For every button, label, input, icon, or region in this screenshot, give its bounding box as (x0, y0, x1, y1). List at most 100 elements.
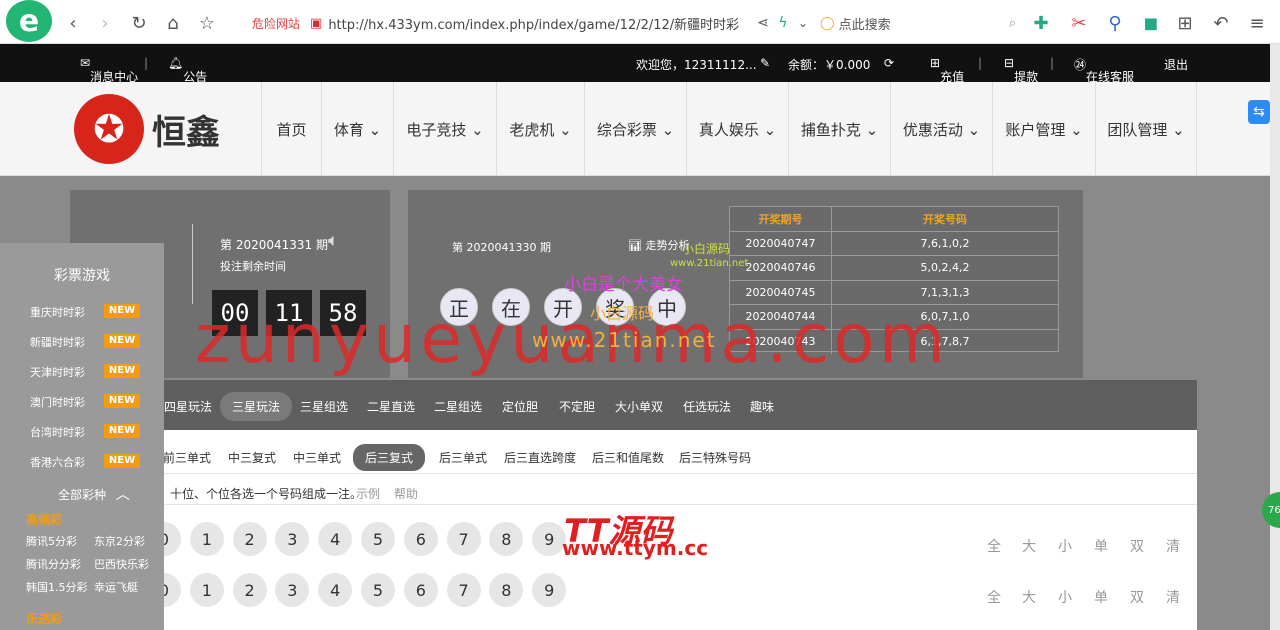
number-ball[interactable]: 7 (446, 522, 481, 556)
subtab[interactable]: 后三和值尾数 (592, 449, 664, 466)
number-ball[interactable]: 5 (361, 522, 395, 556)
subtab[interactable]: 后三直选跨度 (504, 449, 576, 466)
select-even-button[interactable]: 双 (1130, 536, 1144, 556)
edit-icon[interactable]: ✎ (760, 56, 770, 70)
nav-sports[interactable]: 体育 ⌄ (321, 82, 393, 176)
nav-home[interactable]: 首页 (261, 82, 321, 176)
subtab[interactable]: 中三复式 (228, 449, 276, 466)
url-text[interactable]: http://hx.433ym.com/index.php/index/game… (328, 14, 739, 33)
floating-widget-icon[interactable]: ⇆ (1248, 100, 1270, 124)
sidebar-item[interactable]: 东京2分彩 (94, 533, 145, 549)
nav-slots[interactable]: 老虎机 ⌄ (496, 82, 584, 176)
tab-position[interactable]: 定位胆 (502, 398, 538, 415)
select-odd-button[interactable]: 单 (1094, 536, 1108, 556)
nav-esports[interactable]: 电子竞技 ⌄ (393, 82, 496, 176)
number-ball[interactable]: 1 (189, 573, 224, 607)
tab-three-group[interactable]: 三星组选 (300, 398, 348, 415)
sidebar-item[interactable]: 巴西快乐彩 (94, 556, 149, 572)
trend-link[interactable]: 📊︎ 走势分析 (628, 237, 689, 253)
sidebar-item[interactable]: 腾讯分分彩 (26, 556, 81, 572)
chevron-down-icon[interactable]: ⌄ (792, 12, 814, 34)
clear-button[interactable]: 清 (1166, 536, 1180, 556)
number-ball[interactable]: 5 (361, 573, 395, 607)
apps-icon[interactable]: ⊞ (1174, 12, 1196, 34)
sidebar-item[interactable]: 天津时时彩 (30, 364, 85, 380)
notice-link[interactable]: 🔔︎ 公告 (168, 56, 207, 84)
tab-size-parity[interactable]: 大小单双 (615, 398, 663, 415)
select-all-button[interactable]: 全 (987, 587, 1001, 607)
number-ball[interactable]: 1 (189, 522, 224, 556)
menu-icon[interactable]: ≡ (1246, 12, 1268, 34)
sidebar-item[interactable]: 台湾时时彩 (30, 424, 85, 440)
refresh-balance-icon[interactable]: ⟳ (884, 56, 894, 70)
bolt-icon[interactable]: ϟ (772, 12, 794, 34)
select-small-button[interactable]: 小 (1058, 587, 1072, 607)
number-ball[interactable]: 4 (318, 522, 353, 556)
tab-four-star[interactable]: 四星玩法 (164, 398, 212, 415)
select-small-button[interactable]: 小 (1058, 536, 1072, 556)
speaker-icon[interactable]: 🔈︎ (328, 230, 339, 251)
select-big-button[interactable]: 大 (1022, 536, 1036, 556)
search-box[interactable]: ◯ 点此搜索 ⌕ (820, 10, 1016, 36)
number-ball[interactable]: 2 (232, 573, 267, 607)
address-bar[interactable]: 危险网站 ▣ http://hx.433ym.com/index.php/ind… (252, 10, 812, 36)
number-ball[interactable]: 2 (232, 522, 267, 556)
nav-promotions[interactable]: 优惠活动 ⌄ (890, 82, 992, 176)
scrollbar[interactable] (1270, 44, 1280, 630)
search-icon[interactable]: ⌕ (1009, 16, 1016, 31)
nav-team[interactable]: 团队管理 ⌄ (1095, 82, 1197, 176)
back-icon[interactable]: ‹ (62, 12, 84, 34)
share-icon[interactable]: ⋖ (752, 12, 774, 34)
subtab-active[interactable]: 后三复式 (353, 444, 426, 471)
tab-optional[interactable]: 任选玩法 (683, 398, 731, 415)
messages-link[interactable]: ✉ 消息中心 (80, 56, 138, 84)
subtab[interactable]: 前三单式 (163, 449, 211, 466)
service-link[interactable]: ㉔ 在线客服 (1074, 56, 1134, 84)
tab-fun[interactable]: 趣味 (750, 398, 774, 415)
tab-two-direct[interactable]: 二星直选 (367, 398, 415, 415)
undo-icon[interactable]: ↶ (1210, 12, 1232, 34)
logout-link[interactable]: 退出 (1164, 56, 1188, 73)
sidebar-item[interactable]: 韩国1.5分彩 (26, 579, 88, 595)
nav-lottery[interactable]: 综合彩票 ⌄ (584, 82, 686, 176)
brand-logo[interactable]: ✪ 恒鑫 (74, 94, 234, 164)
number-ball[interactable]: 6 (403, 522, 438, 556)
sidebar-item[interactable]: 腾讯5分彩 (26, 533, 77, 549)
tab-two-group[interactable]: 二星组选 (434, 398, 482, 415)
sidebar-item[interactable]: 新疆时时彩 (30, 334, 85, 350)
sidebar-item[interactable]: 重庆时时彩 (30, 304, 85, 320)
help-link[interactable]: 帮助 (394, 485, 418, 502)
nav-live[interactable]: 真人娱乐 ⌄ (686, 82, 788, 176)
example-link[interactable]: 示例 (356, 485, 380, 502)
tab-unfixed[interactable]: 不定胆 (559, 398, 595, 415)
recharge-button[interactable]: ⊞ 充值 (930, 56, 964, 84)
subtab[interactable]: 后三单式 (439, 449, 487, 466)
home-icon[interactable]: ⌂ (162, 12, 184, 34)
sidebar-item[interactable]: 幸运飞艇 (94, 579, 138, 595)
translate-icon[interactable]: ✚ (1030, 12, 1052, 34)
subtab[interactable]: 后三特殊号码 (679, 449, 751, 466)
select-all-button[interactable]: 全 (987, 536, 1001, 556)
refresh-icon[interactable]: ↻ (128, 12, 150, 34)
sidebar-item[interactable]: 香港六合彩 (30, 454, 85, 470)
select-odd-button[interactable]: 单 (1094, 587, 1108, 607)
withdraw-button[interactable]: ⊟ 提款 (1004, 56, 1038, 84)
number-ball[interactable]: 9 (532, 573, 567, 607)
star-icon[interactable]: ☆ (196, 12, 218, 34)
number-ball[interactable]: 7 (446, 573, 481, 607)
nav-account[interactable]: 账户管理 ⌄ (992, 82, 1095, 176)
clear-button[interactable]: 清 (1166, 587, 1180, 607)
scissors-icon[interactable]: ✂ (1068, 12, 1090, 34)
search-input[interactable]: 点此搜索 (839, 14, 891, 33)
number-ball[interactable]: 4 (318, 573, 353, 607)
nav-fishing[interactable]: 捕鱼扑克 ⌄ (788, 82, 890, 176)
sidebar-item[interactable]: 澳门时时彩 (30, 394, 85, 410)
all-games-toggle[interactable]: 全部彩种 ︿ (58, 484, 130, 504)
user-search-icon[interactable]: ⚲ (1104, 12, 1126, 34)
select-big-button[interactable]: 大 (1022, 587, 1036, 607)
number-ball[interactable]: 6 (403, 573, 438, 607)
subtab[interactable]: 中三单式 (293, 449, 341, 466)
select-even-button[interactable]: 双 (1130, 587, 1144, 607)
game-icon[interactable]: ◼ (1140, 12, 1162, 34)
forward-icon[interactable]: › (94, 12, 116, 34)
